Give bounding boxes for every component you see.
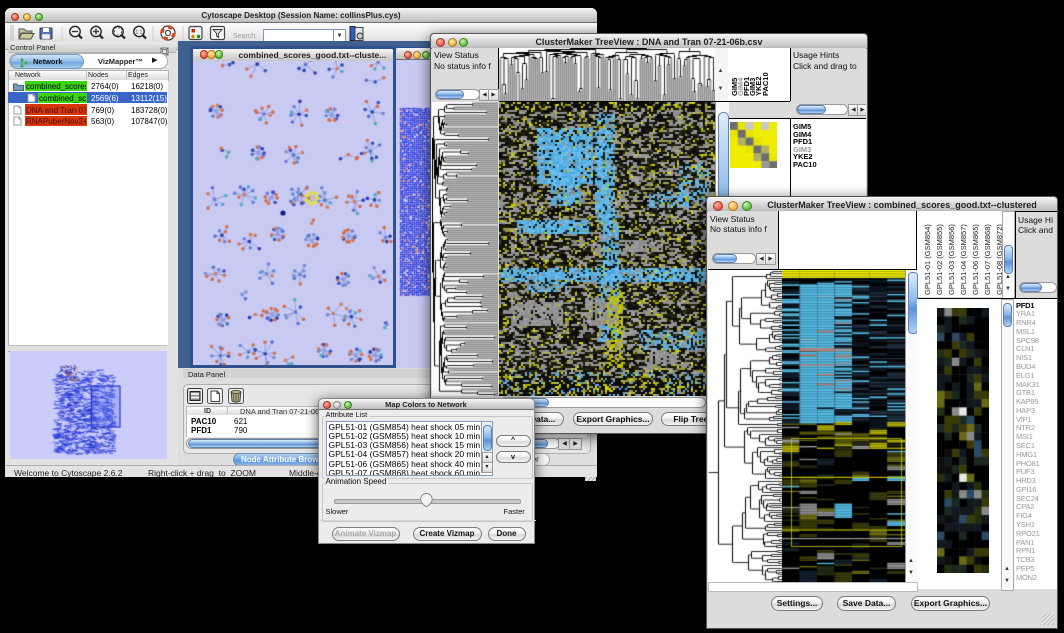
svg-text:1:1: 1:1 [136, 30, 143, 36]
